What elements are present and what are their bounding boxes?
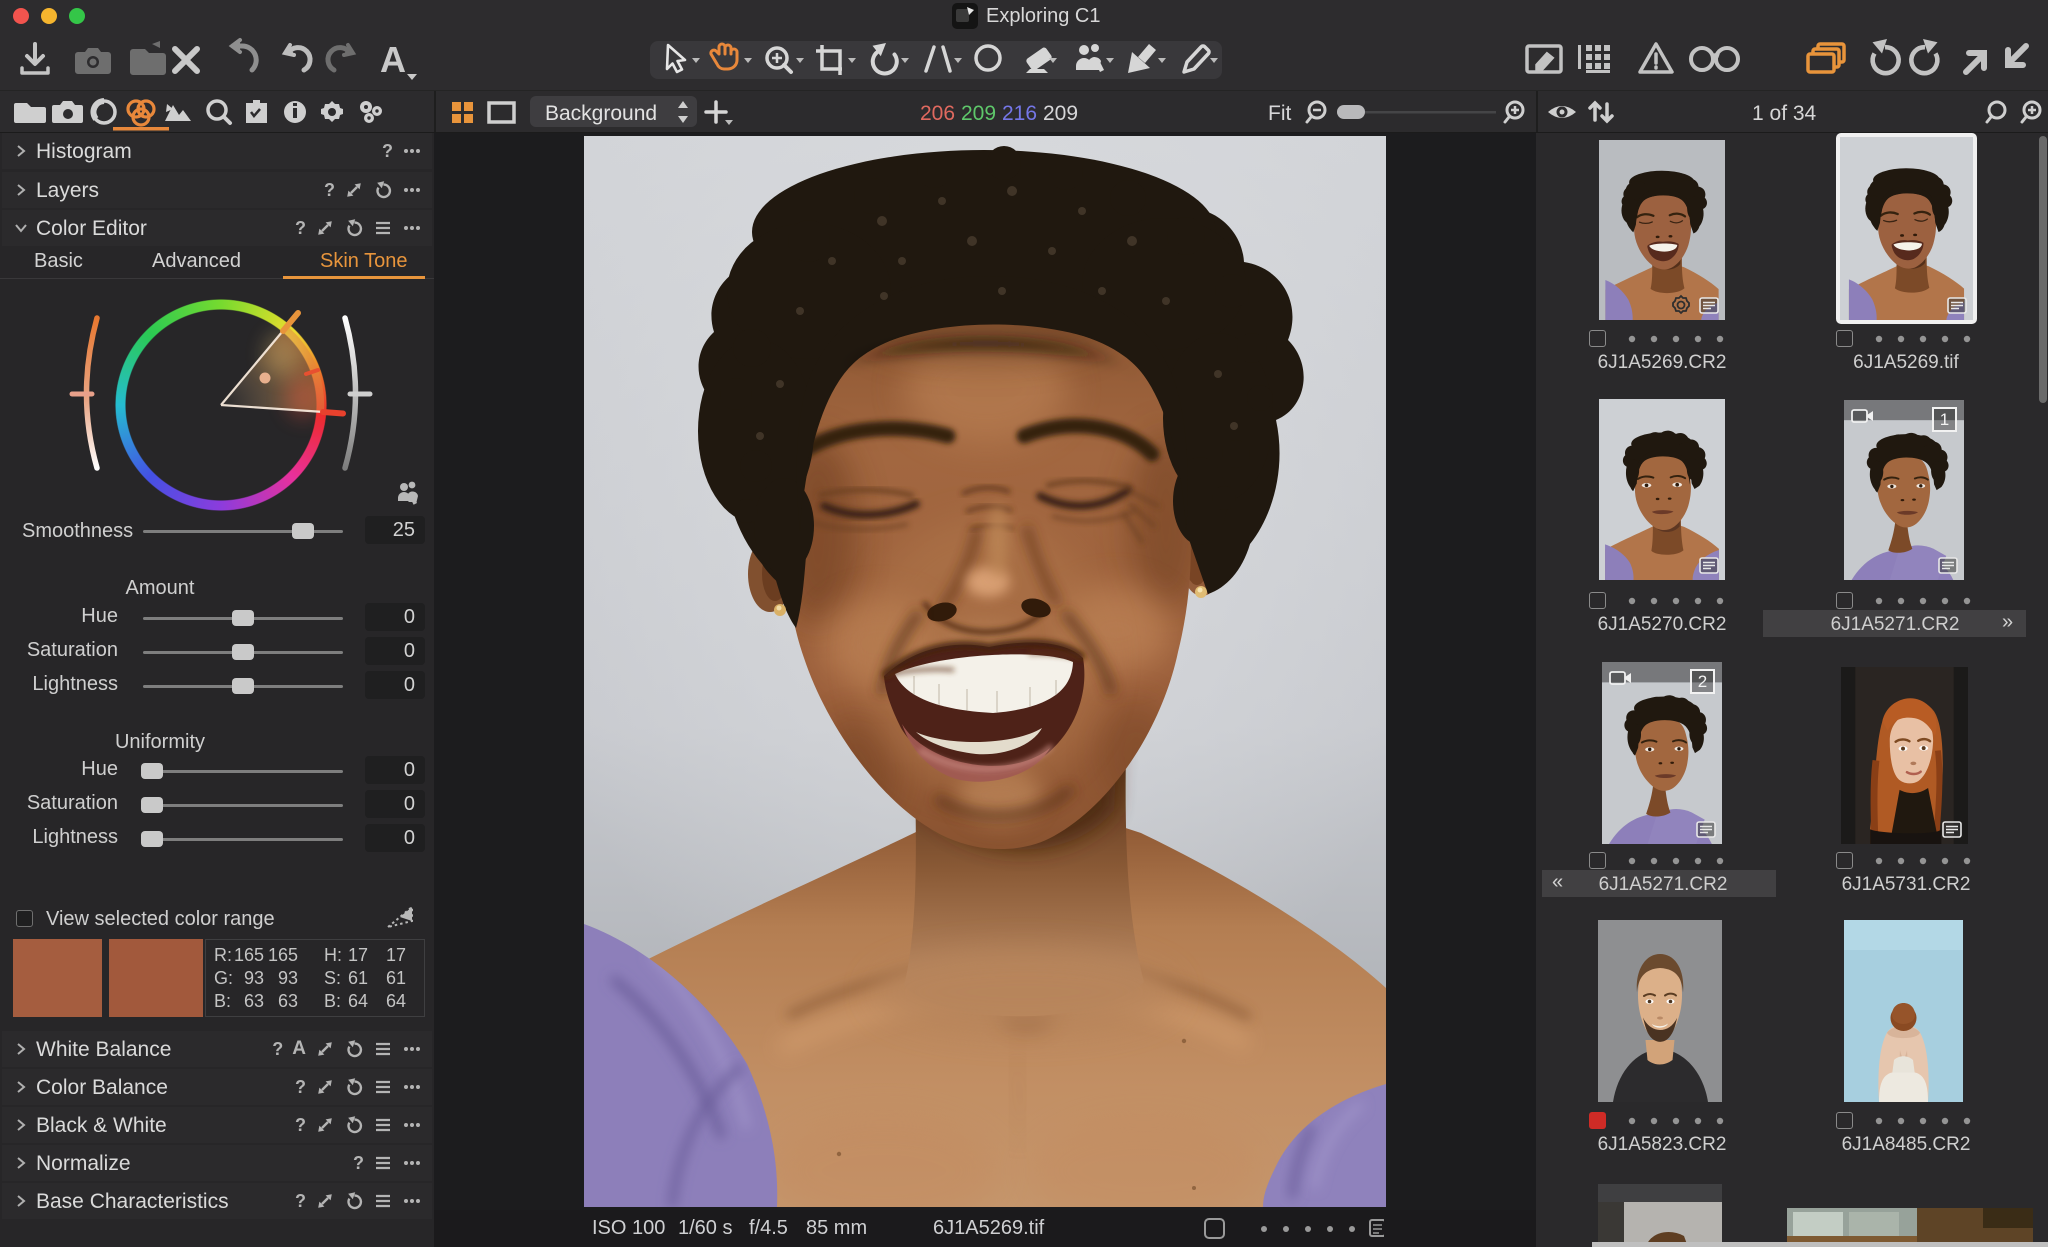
svg-text:209: 209 <box>1043 102 1078 125</box>
svg-text:A: A <box>380 39 406 80</box>
svg-text:216: 216 <box>1002 102 1037 125</box>
svg-text:Fit: Fit <box>1268 102 1291 125</box>
svg-text:1 of 34: 1 of 34 <box>1752 102 1817 125</box>
svg-text:Background: Background <box>545 102 657 125</box>
svg-text:206: 206 <box>920 102 955 125</box>
svg-text:209: 209 <box>961 102 996 125</box>
